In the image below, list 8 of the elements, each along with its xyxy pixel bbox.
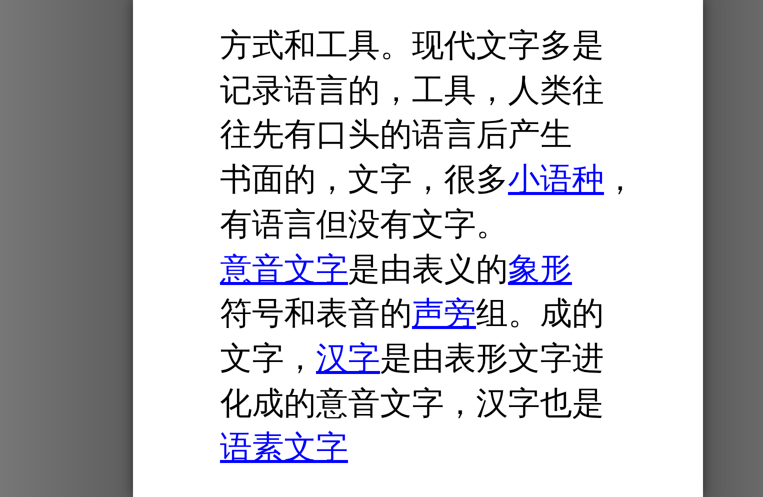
link[interactable]: 声旁 — [412, 295, 476, 332]
link[interactable]: 汉字 — [316, 340, 380, 376]
link[interactable]: 小语种 — [508, 161, 604, 198]
link[interactable]: 象形 — [508, 250, 572, 287]
link[interactable]: 意音文字 — [220, 250, 348, 287]
paragraph: 意音文字是由表义的象形 符号和表音的声旁组。成的 文字，汉字是由表形文字进 化成的意音文字，汉字也是 语素文字 — [220, 250, 604, 468]
link[interactable]: 语素文字 — [220, 429, 348, 466]
paragraph: 方式和工具。现代文字多是 记录语言的，工具，人类往 往先有口头的语言后产生 书面的，文字，很多小语种， 有语言但没有文字。 — [220, 26, 636, 244]
